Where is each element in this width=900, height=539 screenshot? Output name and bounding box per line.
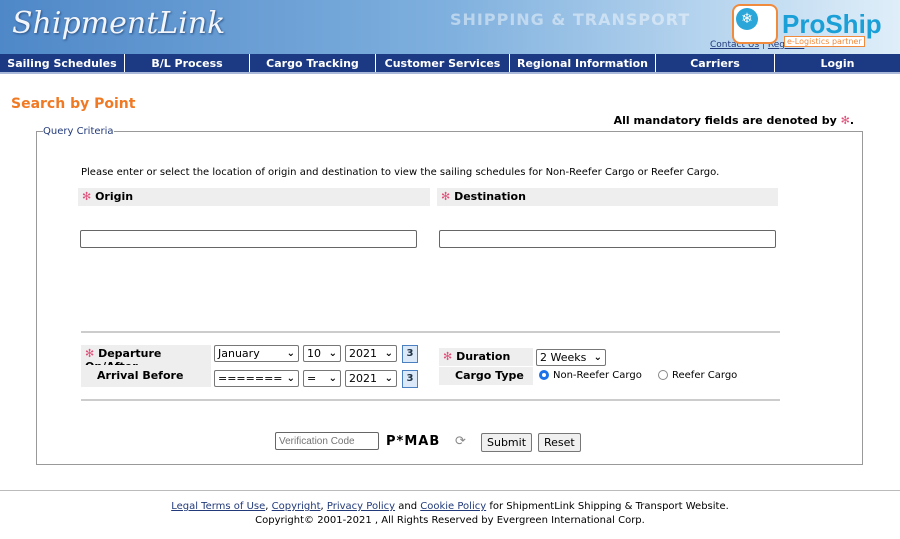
calendar-icon[interactable]: 3 bbox=[402, 345, 418, 363]
cargo-radio-reefer[interactable]: Reefer Cargo bbox=[658, 370, 737, 381]
shipmentlink-logo[interactable]: ShipmentLink bbox=[12, 6, 225, 41]
destination-label: ✻ Destination bbox=[437, 188, 778, 206]
tagline: SHIPPING & TRANSPORT bbox=[450, 10, 691, 29]
header: ShipmentLink SHIPPING & TRANSPORT Contac… bbox=[0, 0, 900, 54]
mandatory-star-icon: ✻ bbox=[441, 190, 451, 203]
proship-watermark: ❄ ProShip e-Logistics partner bbox=[732, 4, 882, 47]
origin-input[interactable] bbox=[80, 230, 417, 248]
nav-customer-services[interactable]: Customer Services bbox=[376, 54, 510, 72]
instruction-text: Please enter or select the location of o… bbox=[81, 167, 720, 178]
reset-button[interactable]: Reset bbox=[538, 433, 581, 452]
query-criteria: Query Criteria Please enter or select th… bbox=[36, 126, 863, 465]
mandatory-star-icon: ✻ bbox=[443, 350, 453, 363]
cargo-radio-non-reefer[interactable]: Non-Reefer Cargo bbox=[539, 370, 642, 381]
departure-label: ✻ Departure On/After bbox=[81, 345, 211, 373]
nav-cargo-tracking[interactable]: Cargo Tracking bbox=[250, 54, 376, 72]
destination-input[interactable] bbox=[439, 230, 776, 248]
nav-sailing-schedules[interactable]: Sailing Schedules bbox=[0, 54, 125, 72]
origin-label: ✻ Origin bbox=[78, 188, 430, 206]
departure-day-select[interactable]: 10 ⌄ bbox=[303, 345, 341, 362]
submit-button[interactable]: Submit bbox=[481, 433, 533, 452]
legal-terms-link[interactable]: Legal Terms of Use bbox=[171, 501, 265, 512]
page-title: Search by Point bbox=[11, 96, 136, 112]
arrival-month-select[interactable]: ======= ⌄ bbox=[214, 370, 299, 387]
nav-bl-process[interactable]: B/L Process bbox=[125, 54, 250, 72]
arrival-label: Arrival Before bbox=[81, 365, 211, 387]
radio-selected-icon bbox=[539, 370, 549, 380]
footer: Legal Terms of Use, Copyright, Privacy P… bbox=[0, 490, 900, 528]
duration-select[interactable]: 2 Weeks ⌄ bbox=[536, 349, 606, 366]
main-nav: Sailing Schedules B/L Process Cargo Trac… bbox=[0, 54, 900, 74]
copyright-text: Copyright© 2001-2021 , All Rights Reserv… bbox=[255, 515, 645, 526]
divider bbox=[81, 331, 780, 333]
nav-login[interactable]: Login bbox=[775, 54, 900, 72]
copyright-link[interactable]: Copyright bbox=[272, 501, 321, 512]
departure-year-select[interactable]: 2021 ⌄ bbox=[345, 345, 397, 362]
mandatory-star-icon: ✻ bbox=[82, 190, 92, 203]
query-criteria-legend: Query Criteria bbox=[43, 126, 114, 137]
verification-code-input[interactable] bbox=[275, 432, 379, 450]
proship-subtitle: e-Logistics partner bbox=[784, 36, 865, 47]
calendar-icon[interactable]: 3 bbox=[402, 370, 418, 388]
mandatory-star-icon: ✻ bbox=[85, 347, 95, 360]
privacy-policy-link[interactable]: Privacy Policy bbox=[327, 501, 395, 512]
refresh-captcha-icon[interactable]: ⟳ bbox=[455, 434, 466, 449]
duration-label: ✻ Duration bbox=[439, 348, 533, 366]
arrival-day-select[interactable]: = ⌄ bbox=[303, 370, 341, 387]
proship-logo-text: ProShip bbox=[782, 9, 882, 39]
divider bbox=[81, 399, 780, 401]
cargo-type-label: Cargo Type bbox=[439, 367, 533, 385]
nav-regional-information[interactable]: Regional Information bbox=[510, 54, 656, 72]
captcha-image: P*MAB bbox=[386, 434, 441, 449]
radio-unselected-icon bbox=[658, 370, 668, 380]
cookie-policy-link[interactable]: Cookie Policy bbox=[420, 501, 486, 512]
truck-snowflake-icon: ❄ bbox=[732, 4, 778, 44]
nav-carriers[interactable]: Carriers bbox=[656, 54, 775, 72]
departure-month-select[interactable]: January ⌄ bbox=[214, 345, 299, 362]
arrival-year-select[interactable]: 2021 ⌄ bbox=[345, 370, 397, 387]
